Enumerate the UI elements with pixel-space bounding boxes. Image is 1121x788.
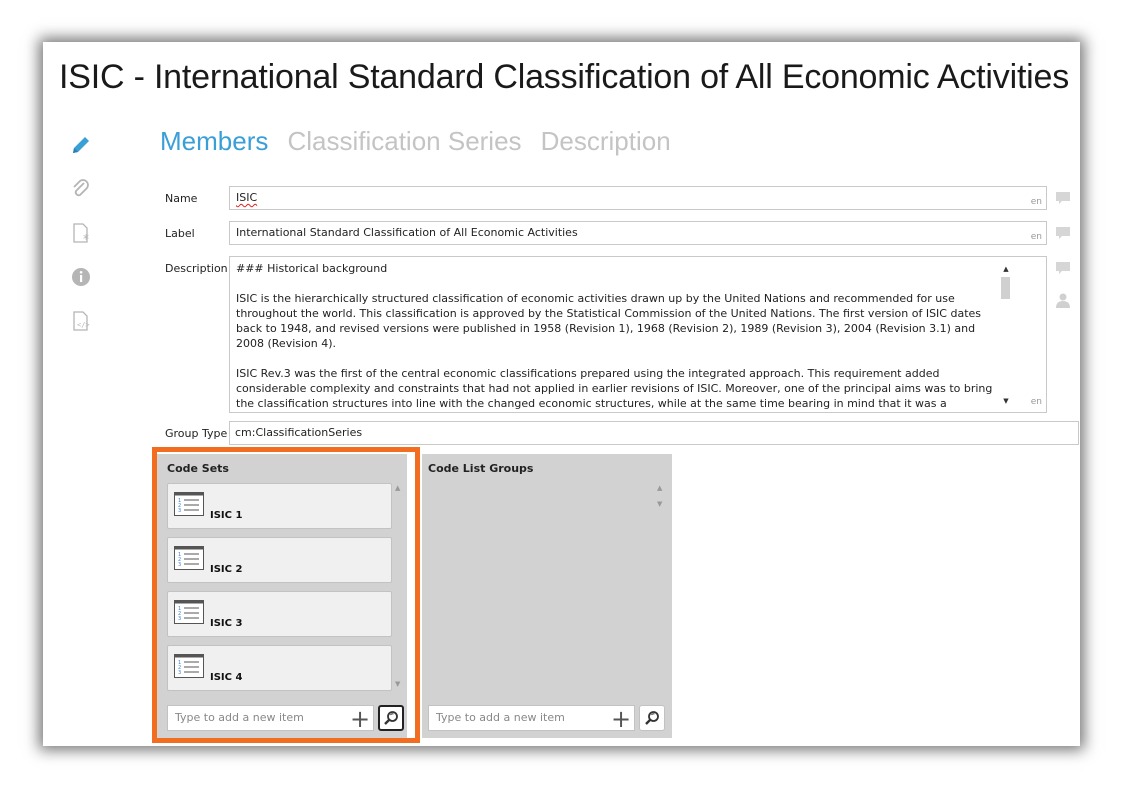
label-value: International Standard Classification of… [236, 226, 578, 239]
info-icon[interactable] [68, 264, 94, 290]
tab-classification-series[interactable]: Classification Series [287, 126, 521, 157]
numbered-list-icon: 1 2 3 [174, 654, 204, 678]
scroll-down-arrow-icon[interactable]: ▼ [1001, 397, 1011, 405]
name-field[interactable]: ISIC en [229, 186, 1047, 210]
plus-icon[interactable]: + [350, 707, 370, 731]
list-item[interactable]: 1 2 3 ISIC 1 [167, 483, 392, 529]
add-input-placeholder: Type to add a new item [175, 711, 304, 724]
label-field[interactable]: International Standard Classification of… [229, 221, 1047, 245]
name-label: Name [165, 192, 198, 205]
code-set-name: ISIC 2 [210, 564, 243, 575]
code-list-groups-panel: Code List Groups ▲ ▼ Type to add a new i… [422, 454, 672, 738]
document-code-icon[interactable]: </> [68, 308, 94, 334]
code-sets-add-input[interactable]: Type to add a new item [167, 705, 374, 731]
paperclip-icon[interactable] [68, 176, 94, 202]
svg-text:3: 3 [178, 616, 181, 622]
code-sets-title: Code Sets [167, 462, 229, 475]
scroll-up-arrow-icon[interactable]: ▲ [657, 484, 662, 492]
name-value: ISIC [236, 191, 258, 204]
search-button[interactable] [639, 705, 665, 731]
user-icon[interactable] [1054, 292, 1072, 308]
app-window: ISIC - International Standard Classifica… [43, 42, 1080, 746]
tab-members[interactable]: Members [160, 126, 268, 157]
search-button[interactable] [378, 705, 404, 731]
list-item[interactable]: 1 2 3 ISIC 4 [167, 645, 392, 691]
tab-bar: Members Classification Series Descriptio… [160, 126, 685, 157]
code-sets-panel: Code Sets 1 2 3 ISIC 1 1 2 3 ISIC 2 1 2 … [157, 454, 407, 738]
name-lang: en [1030, 197, 1042, 207]
svg-text:3: 3 [178, 508, 181, 514]
pencil-icon[interactable] [68, 132, 94, 158]
code-set-name: ISIC 3 [210, 618, 243, 629]
code-set-name: ISIC 4 [210, 672, 243, 683]
search-icon [384, 711, 398, 725]
add-input-placeholder: Type to add a new item [436, 711, 565, 724]
group-type-value: cm:ClassificationSeries [235, 426, 363, 439]
scroll-up-arrow-icon[interactable]: ▲ [395, 484, 400, 492]
code-set-name: ISIC 1 [210, 510, 243, 521]
svg-text:</>: </> [77, 321, 90, 329]
left-icon-bar: * </> [68, 132, 98, 352]
list-item[interactable]: 1 2 3 ISIC 3 [167, 591, 392, 637]
scroll-down-arrow-icon[interactable]: ▼ [657, 500, 662, 508]
description-paragraph-2: ISIC Rev.3 was the first of the central … [236, 367, 993, 410]
description-label: Description [165, 262, 228, 275]
code-list-groups-add-input[interactable]: Type to add a new item [428, 705, 635, 731]
comment-icon[interactable] [1054, 260, 1072, 276]
code-list-groups-title: Code List Groups [428, 462, 534, 475]
tab-description[interactable]: Description [541, 126, 671, 157]
description-heading: ### Historical background [236, 262, 388, 275]
svg-text:3: 3 [178, 562, 181, 568]
description-scrollbar[interactable]: ▲ ▼ [1001, 265, 1011, 405]
label-lang: en [1030, 232, 1042, 242]
list-item[interactable]: 1 2 3 ISIC 2 [167, 537, 392, 583]
page-title: ISIC - International Standard Classifica… [59, 58, 1070, 96]
numbered-list-icon: 1 2 3 [174, 492, 204, 516]
group-type-field[interactable]: cm:ClassificationSeries [229, 421, 1079, 445]
document-asterisk-icon[interactable]: * [68, 220, 94, 246]
description-textarea[interactable]: ### Historical background ISIC is the hi… [229, 256, 1047, 413]
search-icon [645, 711, 659, 725]
group-type-label: Group Type [165, 427, 228, 440]
numbered-list-icon: 1 2 3 [174, 546, 204, 570]
description-lang: en [1030, 397, 1042, 407]
scroll-down-arrow-icon[interactable]: ▼ [395, 680, 400, 688]
scroll-up-arrow-icon[interactable]: ▲ [1001, 265, 1011, 273]
numbered-list-icon: 1 2 3 [174, 600, 204, 624]
comment-icon[interactable] [1054, 225, 1072, 241]
plus-icon[interactable]: + [611, 707, 631, 731]
comment-icon[interactable] [1054, 190, 1072, 206]
svg-text:*: * [83, 232, 89, 244]
description-paragraph-1: ISIC is the hierarchically structured cl… [236, 292, 982, 350]
scroll-thumb[interactable] [1001, 277, 1010, 299]
svg-text:3: 3 [178, 670, 181, 676]
label-label: Label [165, 227, 195, 240]
